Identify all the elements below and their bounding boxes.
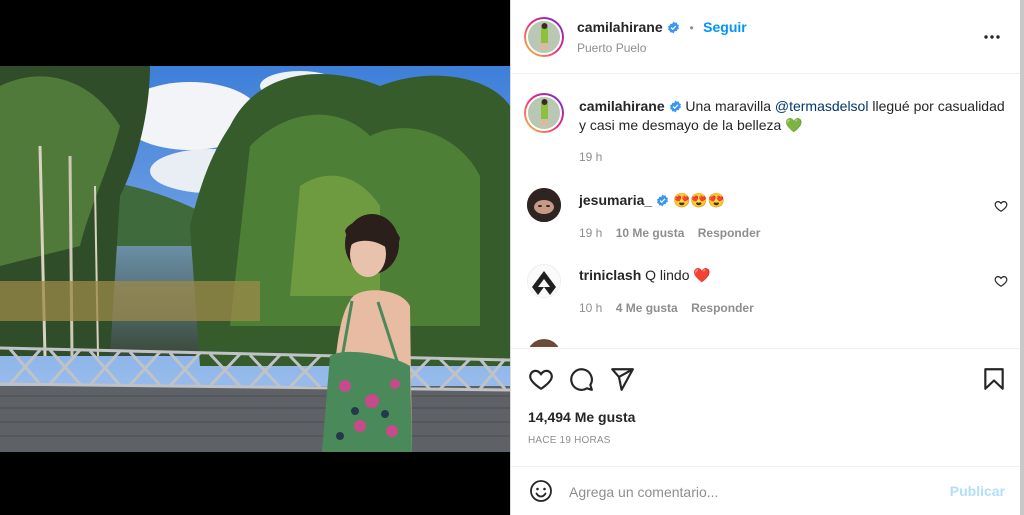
post-location[interactable]: Puerto Puelo bbox=[577, 41, 646, 55]
mention-link[interactable]: @termasdelsol bbox=[775, 98, 869, 114]
reply-button[interactable]: Responder bbox=[698, 226, 761, 240]
verified-badge-icon bbox=[669, 100, 681, 113]
commenter-avatar-partial bbox=[527, 339, 561, 347]
commenter-avatar[interactable] bbox=[527, 188, 561, 222]
comments-section: camilahirane Una maravilla @termasdelsol… bbox=[511, 75, 1021, 347]
more-options-icon[interactable] bbox=[983, 28, 1001, 46]
author-username[interactable]: camilahirane bbox=[577, 19, 663, 35]
comment-time[interactable]: 10 h bbox=[579, 301, 602, 315]
comment-row: jesumaria_ 😍😍😍 bbox=[579, 191, 959, 210]
publish-button[interactable]: Publicar bbox=[950, 483, 1005, 499]
comment-composer: Agrega un comentario... Publicar bbox=[511, 466, 1021, 515]
emoji-smiley-icon[interactable] bbox=[529, 479, 553, 503]
post-time-ago[interactable]: HACE 19 HORAS bbox=[528, 435, 611, 446]
like-comment-heart-icon[interactable] bbox=[994, 274, 1008, 288]
reply-button[interactable]: Responder bbox=[691, 301, 754, 315]
lake-scene-image bbox=[0, 66, 510, 452]
comment-time[interactable]: 19 h bbox=[579, 226, 602, 240]
comment-input[interactable]: Agrega un comentario... bbox=[569, 484, 718, 500]
comment-username[interactable]: jesumaria_ bbox=[579, 192, 652, 208]
separator-dot: • bbox=[689, 21, 694, 35]
commenter-avatar-image bbox=[528, 265, 560, 297]
author-avatar-image bbox=[528, 21, 560, 53]
green-heart-emoji: 💚 bbox=[785, 117, 803, 133]
caption-text: camilahirane Una maravilla @termasdelsol… bbox=[579, 97, 1009, 135]
share-paper-plane-icon[interactable] bbox=[609, 366, 635, 392]
like-comment-heart-icon[interactable] bbox=[994, 199, 1008, 213]
post-actions: 14,494 Me gusta HACE 19 HORAS bbox=[511, 348, 1021, 468]
instagram-post-modal: camilahirane • Seguir Puerto Puelo camil… bbox=[0, 0, 1024, 515]
follow-button[interactable]: Seguir bbox=[703, 19, 747, 35]
caption-body-start: Una maravilla bbox=[685, 98, 775, 114]
comment-meta: 19 h 10 Me gusta Responder bbox=[579, 226, 760, 240]
caption-avatar-image bbox=[528, 97, 560, 129]
post-sidebar: camilahirane • Seguir Puerto Puelo camil… bbox=[510, 0, 1021, 515]
post-photo[interactable] bbox=[0, 66, 510, 452]
caption-avatar[interactable] bbox=[524, 93, 564, 133]
author-line: camilahirane • Seguir bbox=[577, 19, 747, 37]
commenter-avatar-image bbox=[527, 188, 561, 222]
scrollbar-track[interactable] bbox=[1020, 0, 1024, 515]
comment-likes[interactable]: 10 Me gusta bbox=[616, 226, 685, 240]
comment-likes[interactable]: 4 Me gusta bbox=[616, 301, 678, 315]
verified-badge-icon bbox=[657, 194, 668, 207]
post-header: camilahirane • Seguir Puerto Puelo bbox=[511, 0, 1021, 74]
comment-text: 😍😍😍 bbox=[672, 192, 726, 208]
author-avatar[interactable] bbox=[524, 17, 564, 57]
save-bookmark-icon[interactable] bbox=[981, 366, 1007, 392]
comment-row: triniclash Q lindo ❤️ bbox=[579, 266, 959, 285]
caption-time[interactable]: 19 h bbox=[579, 150, 602, 164]
comment-username[interactable]: triniclash bbox=[579, 267, 641, 283]
like-heart-icon[interactable] bbox=[528, 366, 554, 392]
comment-bubble-icon[interactable] bbox=[568, 366, 594, 392]
verified-badge-icon bbox=[668, 21, 679, 34]
commenter-avatar[interactable] bbox=[527, 264, 561, 298]
likes-count[interactable]: 14,494 Me gusta bbox=[528, 409, 635, 425]
comment-meta: 10 h 4 Me gusta Responder bbox=[579, 301, 754, 315]
caption-username[interactable]: camilahirane bbox=[579, 98, 665, 114]
comment-text: Q lindo ❤️ bbox=[645, 267, 711, 283]
